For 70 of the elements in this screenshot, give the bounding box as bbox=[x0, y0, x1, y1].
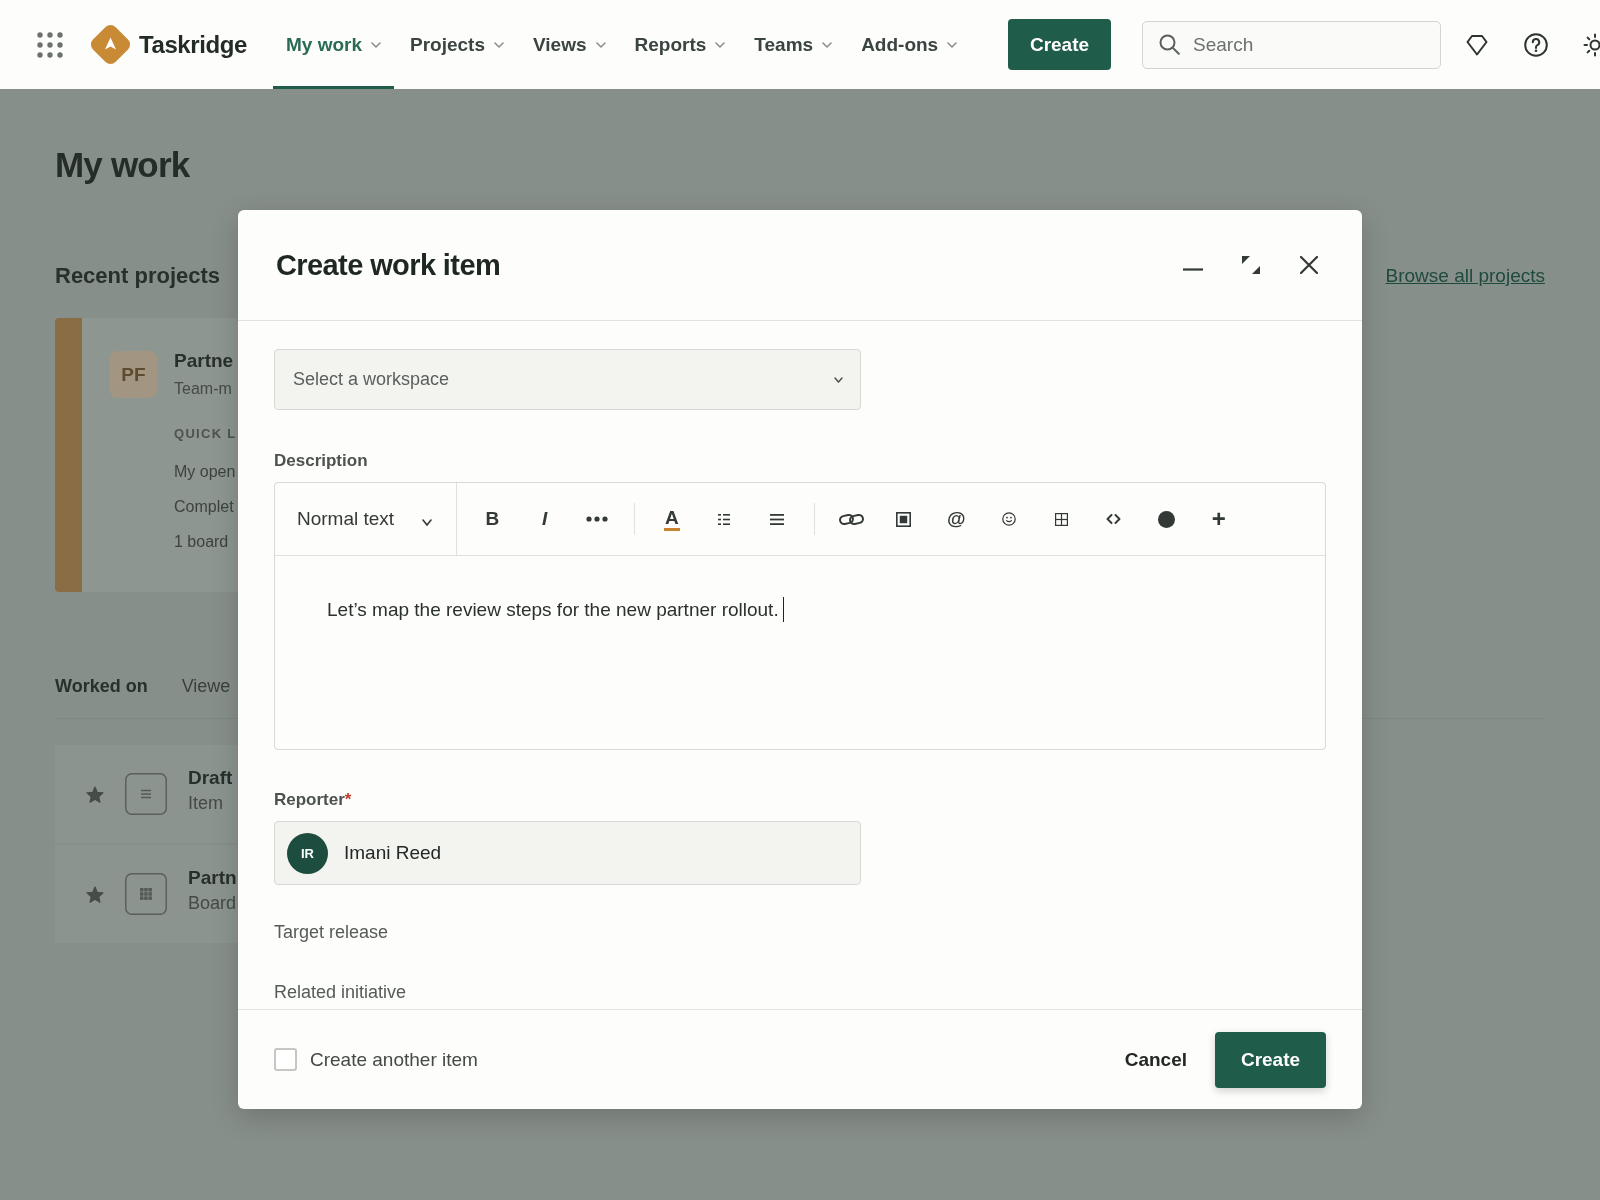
caret-icon bbox=[595, 41, 606, 48]
emoji-icon bbox=[1001, 512, 1016, 526]
work-item-row[interactable]: Draft Item bbox=[55, 745, 238, 843]
work-item-type: Item bbox=[188, 792, 224, 815]
work-item-type: Board bbox=[188, 892, 237, 915]
mention-button[interactable]: @ bbox=[930, 499, 983, 539]
code-icon bbox=[1106, 514, 1122, 524]
star-icon[interactable] bbox=[86, 885, 104, 903]
caret-icon bbox=[947, 41, 958, 48]
app-grid-icon[interactable] bbox=[37, 31, 63, 58]
italic-button[interactable]: I bbox=[518, 499, 571, 539]
expand-icon bbox=[1242, 256, 1260, 274]
diamond-icon[interactable] bbox=[1466, 32, 1488, 57]
caret-icon bbox=[822, 41, 833, 48]
work-item-title: Partn bbox=[188, 866, 237, 890]
caret-icon bbox=[422, 518, 432, 526]
create-button[interactable]: Create bbox=[1215, 1031, 1326, 1088]
search-field[interactable]: Search bbox=[1142, 20, 1441, 69]
dialog-title: Create work item bbox=[276, 248, 501, 282]
cancel-button[interactable]: Cancel bbox=[1124, 1038, 1187, 1081]
workspace-select[interactable]: Select a workspace bbox=[274, 349, 861, 410]
help-icon[interactable] bbox=[1524, 32, 1548, 57]
checkbox-label: Create another item bbox=[310, 1048, 478, 1071]
brand-name: Taskridge bbox=[139, 30, 247, 59]
section-heading: Recent projects bbox=[55, 262, 221, 290]
caret-icon bbox=[715, 41, 726, 48]
star-icon[interactable] bbox=[86, 785, 104, 803]
list-icon bbox=[718, 513, 731, 525]
nav-tab[interactable]: Views bbox=[520, 0, 619, 89]
link-icon bbox=[838, 512, 864, 526]
project-avatar: PF bbox=[110, 351, 157, 398]
work-item-title: Draft bbox=[188, 766, 233, 790]
close-icon bbox=[1300, 256, 1318, 274]
work-item-row[interactable]: Partn Board bbox=[55, 845, 238, 943]
description-input[interactable]: Let’s map the review steps for the new partner rollout. bbox=[275, 556, 1325, 749]
text-style-dropdown[interactable]: Normal text bbox=[275, 483, 457, 555]
field-label: Related initiative bbox=[274, 981, 408, 1004]
bold-button[interactable]: B bbox=[466, 499, 519, 539]
nav-tab[interactable]: Projects bbox=[397, 0, 517, 89]
project-name: Partne bbox=[174, 350, 235, 372]
chevron-down-icon bbox=[834, 376, 843, 383]
avatar: IR bbox=[287, 832, 328, 874]
filled-circle-icon bbox=[1157, 510, 1175, 528]
quick-links-heading: QUICK L bbox=[174, 425, 237, 443]
nav-tab[interactable]: Reports bbox=[621, 0, 739, 89]
document-lines-icon bbox=[125, 773, 167, 815]
table-icon bbox=[1054, 512, 1068, 526]
reporter-field[interactable]: IR Imani Reed bbox=[274, 821, 861, 885]
field-label: Target release bbox=[274, 921, 390, 944]
insert-button[interactable]: + bbox=[1192, 499, 1245, 539]
field-label: Reporter* bbox=[274, 789, 353, 811]
tab[interactable]: Worked on bbox=[55, 674, 148, 698]
page-title: My work bbox=[55, 145, 191, 185]
grid-icon bbox=[125, 873, 167, 915]
caret-icon bbox=[494, 41, 504, 48]
text-color-button[interactable]: A bbox=[645, 499, 698, 539]
nav-tab[interactable]: Add-ons bbox=[848, 0, 971, 89]
minimize-icon bbox=[1183, 267, 1203, 271]
field-label: Description bbox=[274, 450, 369, 472]
create-button[interactable]: Create bbox=[1008, 19, 1111, 70]
nav-tab[interactable]: Teams bbox=[741, 0, 846, 89]
project-subtitle: Team-m bbox=[174, 379, 233, 399]
lines-icon bbox=[769, 513, 784, 525]
nav-tab[interactable]: My work bbox=[273, 0, 395, 89]
sun-icon[interactable] bbox=[1583, 32, 1600, 57]
search-icon bbox=[1159, 33, 1180, 55]
checkbox[interactable] bbox=[274, 1048, 297, 1071]
more-icon bbox=[586, 516, 609, 522]
caret-icon bbox=[371, 41, 382, 48]
image-icon bbox=[896, 511, 912, 527]
